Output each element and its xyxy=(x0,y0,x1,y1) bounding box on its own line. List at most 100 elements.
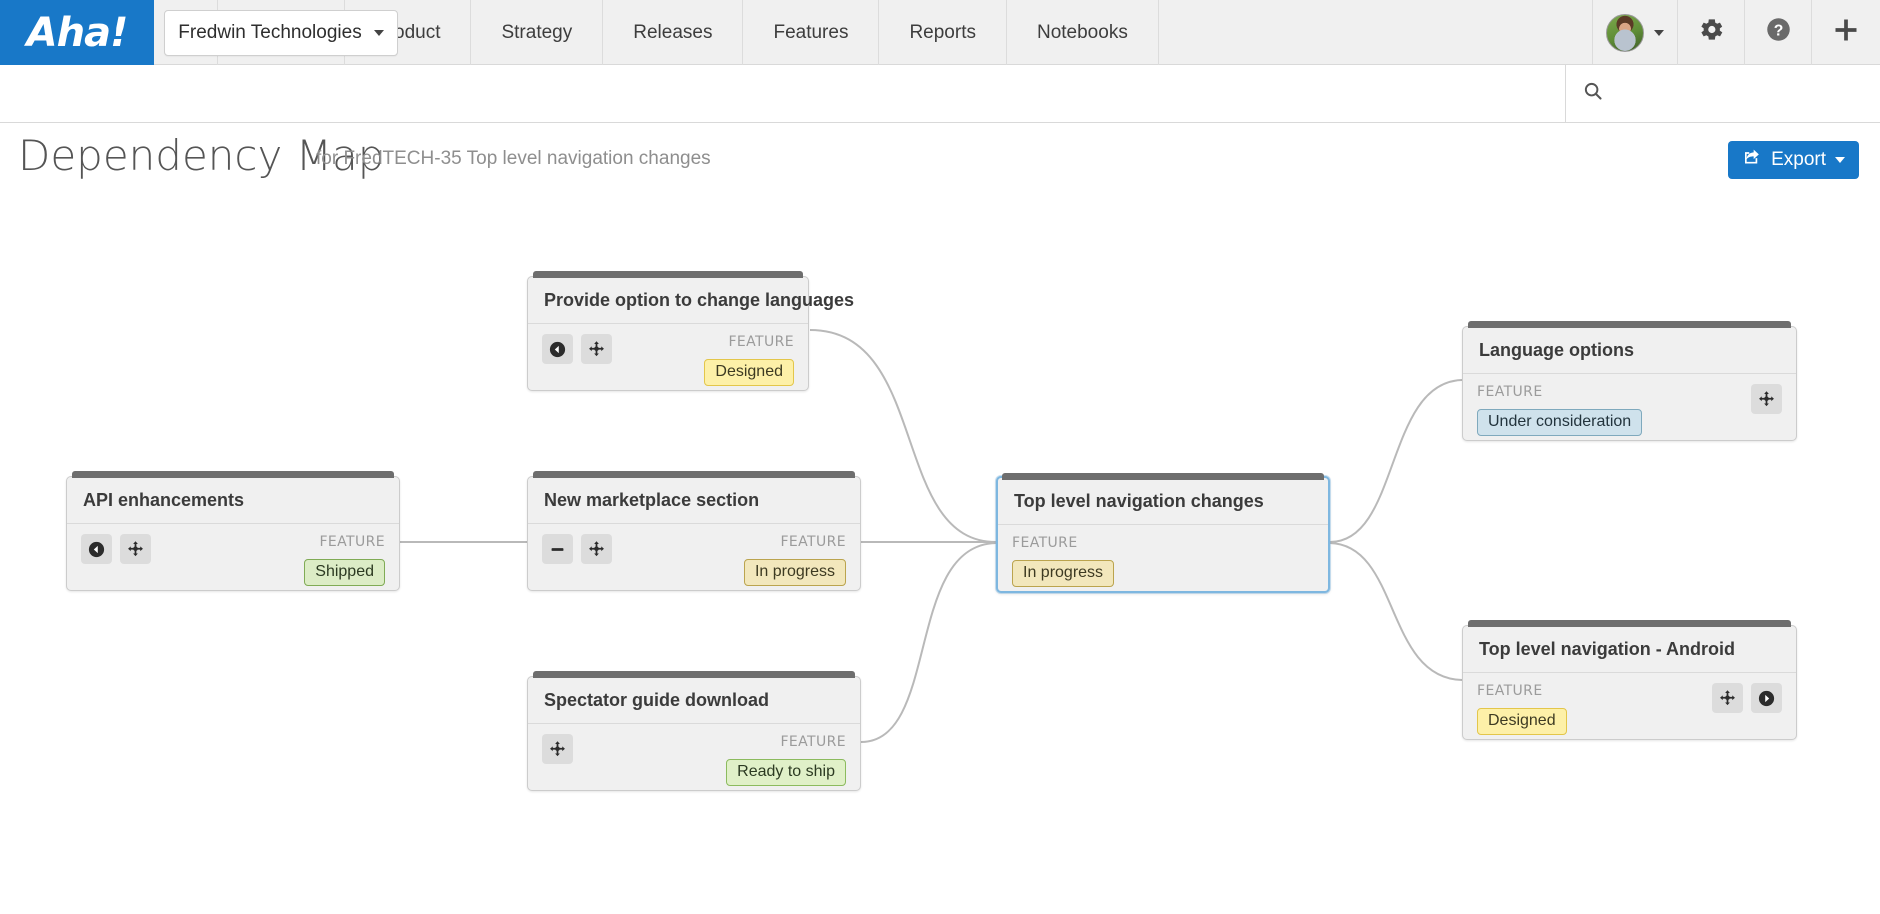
card-actions xyxy=(542,534,612,564)
add-button[interactable] xyxy=(1812,0,1880,65)
card-title: Top level navigation - Android xyxy=(1463,626,1796,673)
move-crosshair-icon[interactable] xyxy=(120,534,151,564)
card-meta: FEATURE Under consideration xyxy=(1477,384,1643,436)
nav-item-releases[interactable]: Releases xyxy=(603,0,744,65)
nav-spacer xyxy=(1159,0,1593,64)
search-input[interactable] xyxy=(1614,82,1854,105)
card-type-label: FEATURE xyxy=(319,534,385,550)
card-actions xyxy=(542,334,612,364)
status-badge: In progress xyxy=(743,559,846,586)
nav-item-strategy[interactable]: Strategy xyxy=(471,0,604,65)
move-crosshair-icon[interactable] xyxy=(542,734,573,764)
card-title: New marketplace section xyxy=(528,477,860,524)
card-meta: FEATURE Ready to ship xyxy=(726,734,846,786)
product-selector-label: Fredwin Technologies xyxy=(178,21,362,43)
move-crosshair-icon[interactable] xyxy=(581,334,612,364)
chevron-down-icon xyxy=(1654,29,1664,36)
status-badge: Designed xyxy=(704,359,794,386)
card-meta: FEATURE In progress xyxy=(743,534,846,586)
card-provide-option-to-change-languages[interactable]: Provide option to change languages FEATU… xyxy=(527,271,854,391)
top-navigation-bar: Aha! Fredwin Technologies Product Strate… xyxy=(0,0,1880,65)
card-body: FEATURE Designed xyxy=(528,324,808,390)
arrow-circle-left-icon[interactable] xyxy=(81,534,112,564)
edge-toplevel-to-android xyxy=(1329,542,1463,681)
nav-item-label: Strategy xyxy=(501,21,573,43)
gear-icon xyxy=(1698,16,1725,49)
card-title: Language options xyxy=(1463,327,1796,374)
nav-item-label: Reports xyxy=(909,21,976,43)
dependency-map-canvas[interactable]: Provide option to change languages FEATU… xyxy=(0,200,1880,914)
help-button[interactable]: ? xyxy=(1745,0,1812,65)
nav-item-features[interactable]: Features xyxy=(743,0,880,65)
card-actions xyxy=(1751,384,1782,414)
card-meta: FEATURE In progress xyxy=(1012,535,1115,587)
card-new-marketplace-section[interactable]: New marketplace section FEATURE In progr… xyxy=(527,471,861,591)
aha-logo[interactable]: Aha! xyxy=(0,0,154,65)
card-body: FEATURE In progress xyxy=(528,524,860,590)
nav-item-label: Features xyxy=(773,21,849,43)
move-crosshair-icon[interactable] xyxy=(1712,683,1743,713)
card-title: Top level navigation changes xyxy=(998,478,1328,525)
settings-button[interactable] xyxy=(1678,0,1745,65)
card-language-options[interactable]: Language options FEATURE Under considera… xyxy=(1462,321,1797,441)
card-type-label: FEATURE xyxy=(1477,384,1543,400)
status-badge: Under consideration xyxy=(1477,409,1643,436)
card-api-enhancements[interactable]: API enhancements FEATURE Shipped xyxy=(66,471,400,591)
avatar xyxy=(1606,13,1644,52)
arrow-circle-right-icon[interactable] xyxy=(1751,683,1782,713)
status-badge: Designed xyxy=(1477,708,1567,735)
nav-item-reports[interactable]: Reports xyxy=(879,0,1007,65)
plus-icon xyxy=(1832,16,1860,50)
card-title: Spectator guide download xyxy=(528,677,860,724)
card-body: FEATURE Designed xyxy=(1463,673,1796,739)
arrow-circle-left-icon[interactable] xyxy=(542,334,573,364)
card-actions xyxy=(81,534,151,564)
status-badge: Shipped xyxy=(304,559,385,586)
card-top-level-navigation-android[interactable]: Top level navigation - Android FEATURE D… xyxy=(1462,620,1797,740)
card-meta: FEATURE Shipped xyxy=(304,534,385,586)
card-type-label: FEATURE xyxy=(728,334,794,350)
export-button-label: Export xyxy=(1771,149,1826,170)
svg-text:?: ? xyxy=(1773,22,1783,39)
nav-item-notebooks[interactable]: Notebooks xyxy=(1007,0,1159,65)
page-subtitle: for FredTECH-35 Top level navigation cha… xyxy=(316,148,711,169)
nav-item-label: Notebooks xyxy=(1036,21,1128,43)
card-body: FEATURE Under consideration xyxy=(1463,374,1796,440)
search-icon xyxy=(1582,80,1604,107)
status-badge: In progress xyxy=(1012,560,1115,587)
search-box[interactable] xyxy=(1566,65,1880,122)
card-type-label: FEATURE xyxy=(780,734,846,750)
share-export-icon xyxy=(1742,147,1762,173)
card-body: FEATURE Ready to ship xyxy=(528,724,860,790)
page-header: Dependency Map for FredTECH-35 Top level… xyxy=(0,123,1880,200)
chevron-down-icon xyxy=(1835,157,1845,163)
product-selector[interactable]: Fredwin Technologies xyxy=(164,9,398,56)
edge-toplevel-to-language xyxy=(1329,379,1463,543)
card-body: FEATURE Shipped xyxy=(67,524,399,590)
card-title: API enhancements xyxy=(67,477,399,524)
minus-icon[interactable] xyxy=(542,534,573,564)
nav-item-label: Releases xyxy=(633,21,713,43)
move-crosshair-icon[interactable] xyxy=(1751,384,1782,414)
card-actions xyxy=(1712,683,1782,713)
status-badge: Ready to ship xyxy=(726,759,846,786)
card-spectator-guide-download[interactable]: Spectator guide download FEATURE Ready t… xyxy=(527,671,861,791)
chevron-down-icon xyxy=(373,29,384,36)
aha-logo-text: Aha! xyxy=(26,9,129,56)
card-meta: FEATURE Designed xyxy=(1477,683,1567,735)
card-title: Provide option to change languages xyxy=(528,277,854,324)
card-body: FEATURE In progress xyxy=(998,525,1328,591)
question-circle-icon: ? xyxy=(1765,16,1792,49)
card-type-label: FEATURE xyxy=(1012,535,1078,551)
edge-spectator-to-toplevel xyxy=(860,542,997,743)
card-meta: FEATURE Designed xyxy=(704,334,794,386)
user-menu-button[interactable] xyxy=(1593,0,1678,65)
card-top-level-navigation-changes[interactable]: Top level navigation changes FEATURE In … xyxy=(996,473,1330,593)
card-actions xyxy=(542,734,573,764)
search-row xyxy=(0,65,1880,123)
product-selector-cell: Fredwin Technologies xyxy=(164,0,398,65)
export-button[interactable]: Export xyxy=(1728,141,1859,179)
card-type-label: FEATURE xyxy=(1477,683,1543,699)
move-crosshair-icon[interactable] xyxy=(581,534,612,564)
card-type-label: FEATURE xyxy=(780,534,846,550)
